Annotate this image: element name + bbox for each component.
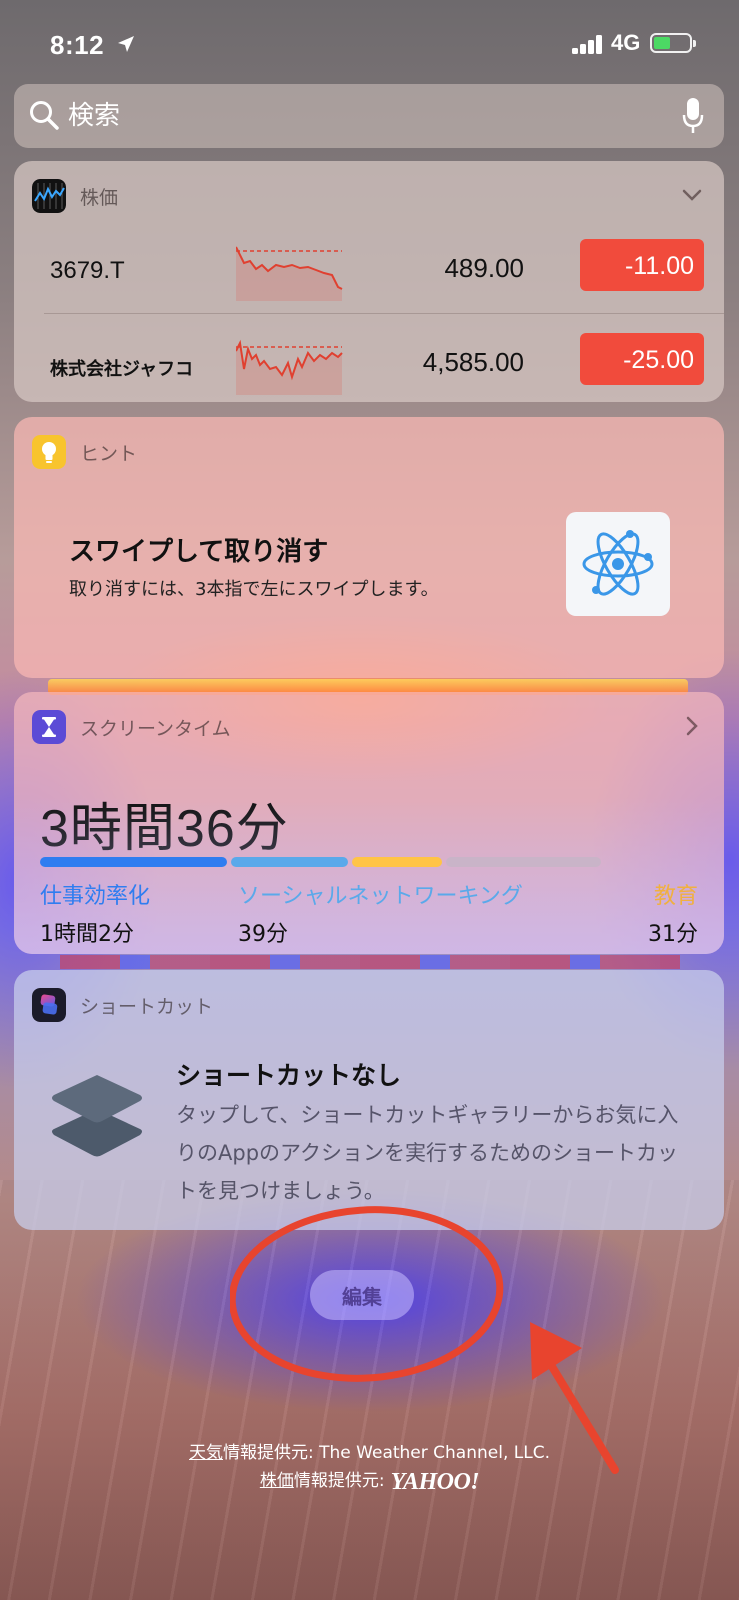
background-stripes xyxy=(60,955,680,969)
weather-attribution-text: 情報提供元: The Weather Channel, LLC. xyxy=(223,1443,550,1463)
cellular-signal-icon xyxy=(572,34,604,54)
shortcuts-widget[interactable]: ショートカット ショートカットなし タップして、ショートカットギャラリーからお気… xyxy=(14,970,724,1230)
usage-segment xyxy=(40,857,228,867)
tips-widget-title: ヒント xyxy=(80,443,138,465)
network-type: 4G xyxy=(611,30,641,55)
stock-price: 4,585.00 xyxy=(422,347,524,377)
tips-widget-header: ヒント xyxy=(14,417,724,487)
shortcuts-widget-header: ショートカット xyxy=(14,970,724,1040)
layers-icon xyxy=(52,1075,142,1157)
stock-sparkline xyxy=(236,339,343,395)
search-icon xyxy=(30,101,59,130)
category-time: 39分 xyxy=(238,922,288,947)
stocks-widget[interactable]: 株価 3679.T 489.00 -11.00 株式会社ジャフコ 4,585.0… xyxy=(14,161,724,402)
shortcuts-body: タップして、ショートカットギャラリーからお気に入りのAppのアクションを実行する… xyxy=(176,1103,679,1203)
screentime-widget-header[interactable]: スクリーンタイム xyxy=(14,692,724,762)
tip-heading: スワイプして取り消す xyxy=(69,537,329,567)
screentime-category: ソーシャルネットワーキング 39分 xyxy=(238,878,523,948)
weather-attribution: 天気情報提供元: The Weather Channel, LLC. xyxy=(0,1438,739,1463)
search-input[interactable] xyxy=(68,94,628,138)
search-bar[interactable] xyxy=(14,84,724,148)
category-time: 31分 xyxy=(648,922,698,947)
stocks-widget-title: 株価 xyxy=(80,187,119,209)
shortcuts-heading: ショートカットなし xyxy=(176,1061,402,1090)
screentime-total: 3時間36分 xyxy=(40,800,289,858)
hourglass-icon xyxy=(32,710,66,744)
chevron-right-icon[interactable] xyxy=(680,714,704,738)
usage-segment xyxy=(351,857,443,867)
stocks-attribution-link[interactable]: 株価 xyxy=(260,1471,294,1491)
tip-body: 取り消すには、3本指で左にスワイプします。 xyxy=(69,579,439,600)
status-bar: 8:12 4G xyxy=(0,0,739,90)
weather-attribution-link[interactable]: 天気 xyxy=(189,1443,223,1463)
usage-segment xyxy=(231,857,348,867)
lightbulb-icon xyxy=(32,435,66,469)
background-floor xyxy=(0,1180,739,1600)
status-time: 8:12 xyxy=(50,30,105,60)
shortcuts-app-icon xyxy=(32,988,66,1022)
stock-change-button[interactable]: -11.00 xyxy=(580,239,704,291)
tips-widget[interactable]: ヒント スワイプして取り消す 取り消すには、3本指で左にスワイプします。 xyxy=(14,417,724,678)
screentime-widget[interactable]: スクリーンタイム 3時間36分 仕事効率化 1時間2分 ソーシャルネットワーキン… xyxy=(14,692,724,954)
tip-artwork xyxy=(566,512,670,616)
atom-icon xyxy=(582,530,654,596)
stocks-attribution: 株価情報提供元: YAHOO! xyxy=(0,1466,739,1496)
edit-button[interactable]: 編集 xyxy=(310,1270,414,1320)
usage-segment-remainder xyxy=(446,857,602,867)
category-name: 仕事効率化 xyxy=(40,884,151,909)
screentime-category: 仕事効率化 1時間2分 xyxy=(40,878,150,948)
stocks-attribution-text: 情報提供元: xyxy=(293,1471,385,1491)
stock-row[interactable]: 株式会社ジャフコ 4,585.00 -25.00 xyxy=(14,313,724,402)
stock-symbol: 株式会社ジャフコ xyxy=(50,359,194,379)
category-time: 1時間2分 xyxy=(40,922,134,947)
stock-row[interactable]: 3679.T 489.00 -11.00 xyxy=(14,219,724,315)
microphone-icon[interactable] xyxy=(682,97,704,135)
shortcuts-widget-title: ショートカット xyxy=(80,996,214,1018)
battery-icon xyxy=(650,33,696,53)
screentime-category: 教育 31分 xyxy=(648,878,698,948)
category-name: 教育 xyxy=(653,884,698,909)
stock-sparkline xyxy=(236,246,343,301)
chevron-down-icon[interactable] xyxy=(680,183,704,207)
category-name: ソーシャルネットワーキング xyxy=(238,884,523,909)
location-arrow-icon xyxy=(118,36,134,52)
stocks-app-icon xyxy=(32,179,66,213)
stock-change-button[interactable]: -25.00 xyxy=(580,333,704,385)
stock-price: 489.00 xyxy=(444,253,524,283)
yahoo-logo: YAHOO! xyxy=(390,1469,480,1495)
stock-symbol: 3679.T xyxy=(50,257,125,284)
screentime-widget-title: スクリーンタイム xyxy=(80,718,231,740)
screentime-usage-bar xyxy=(40,857,698,867)
